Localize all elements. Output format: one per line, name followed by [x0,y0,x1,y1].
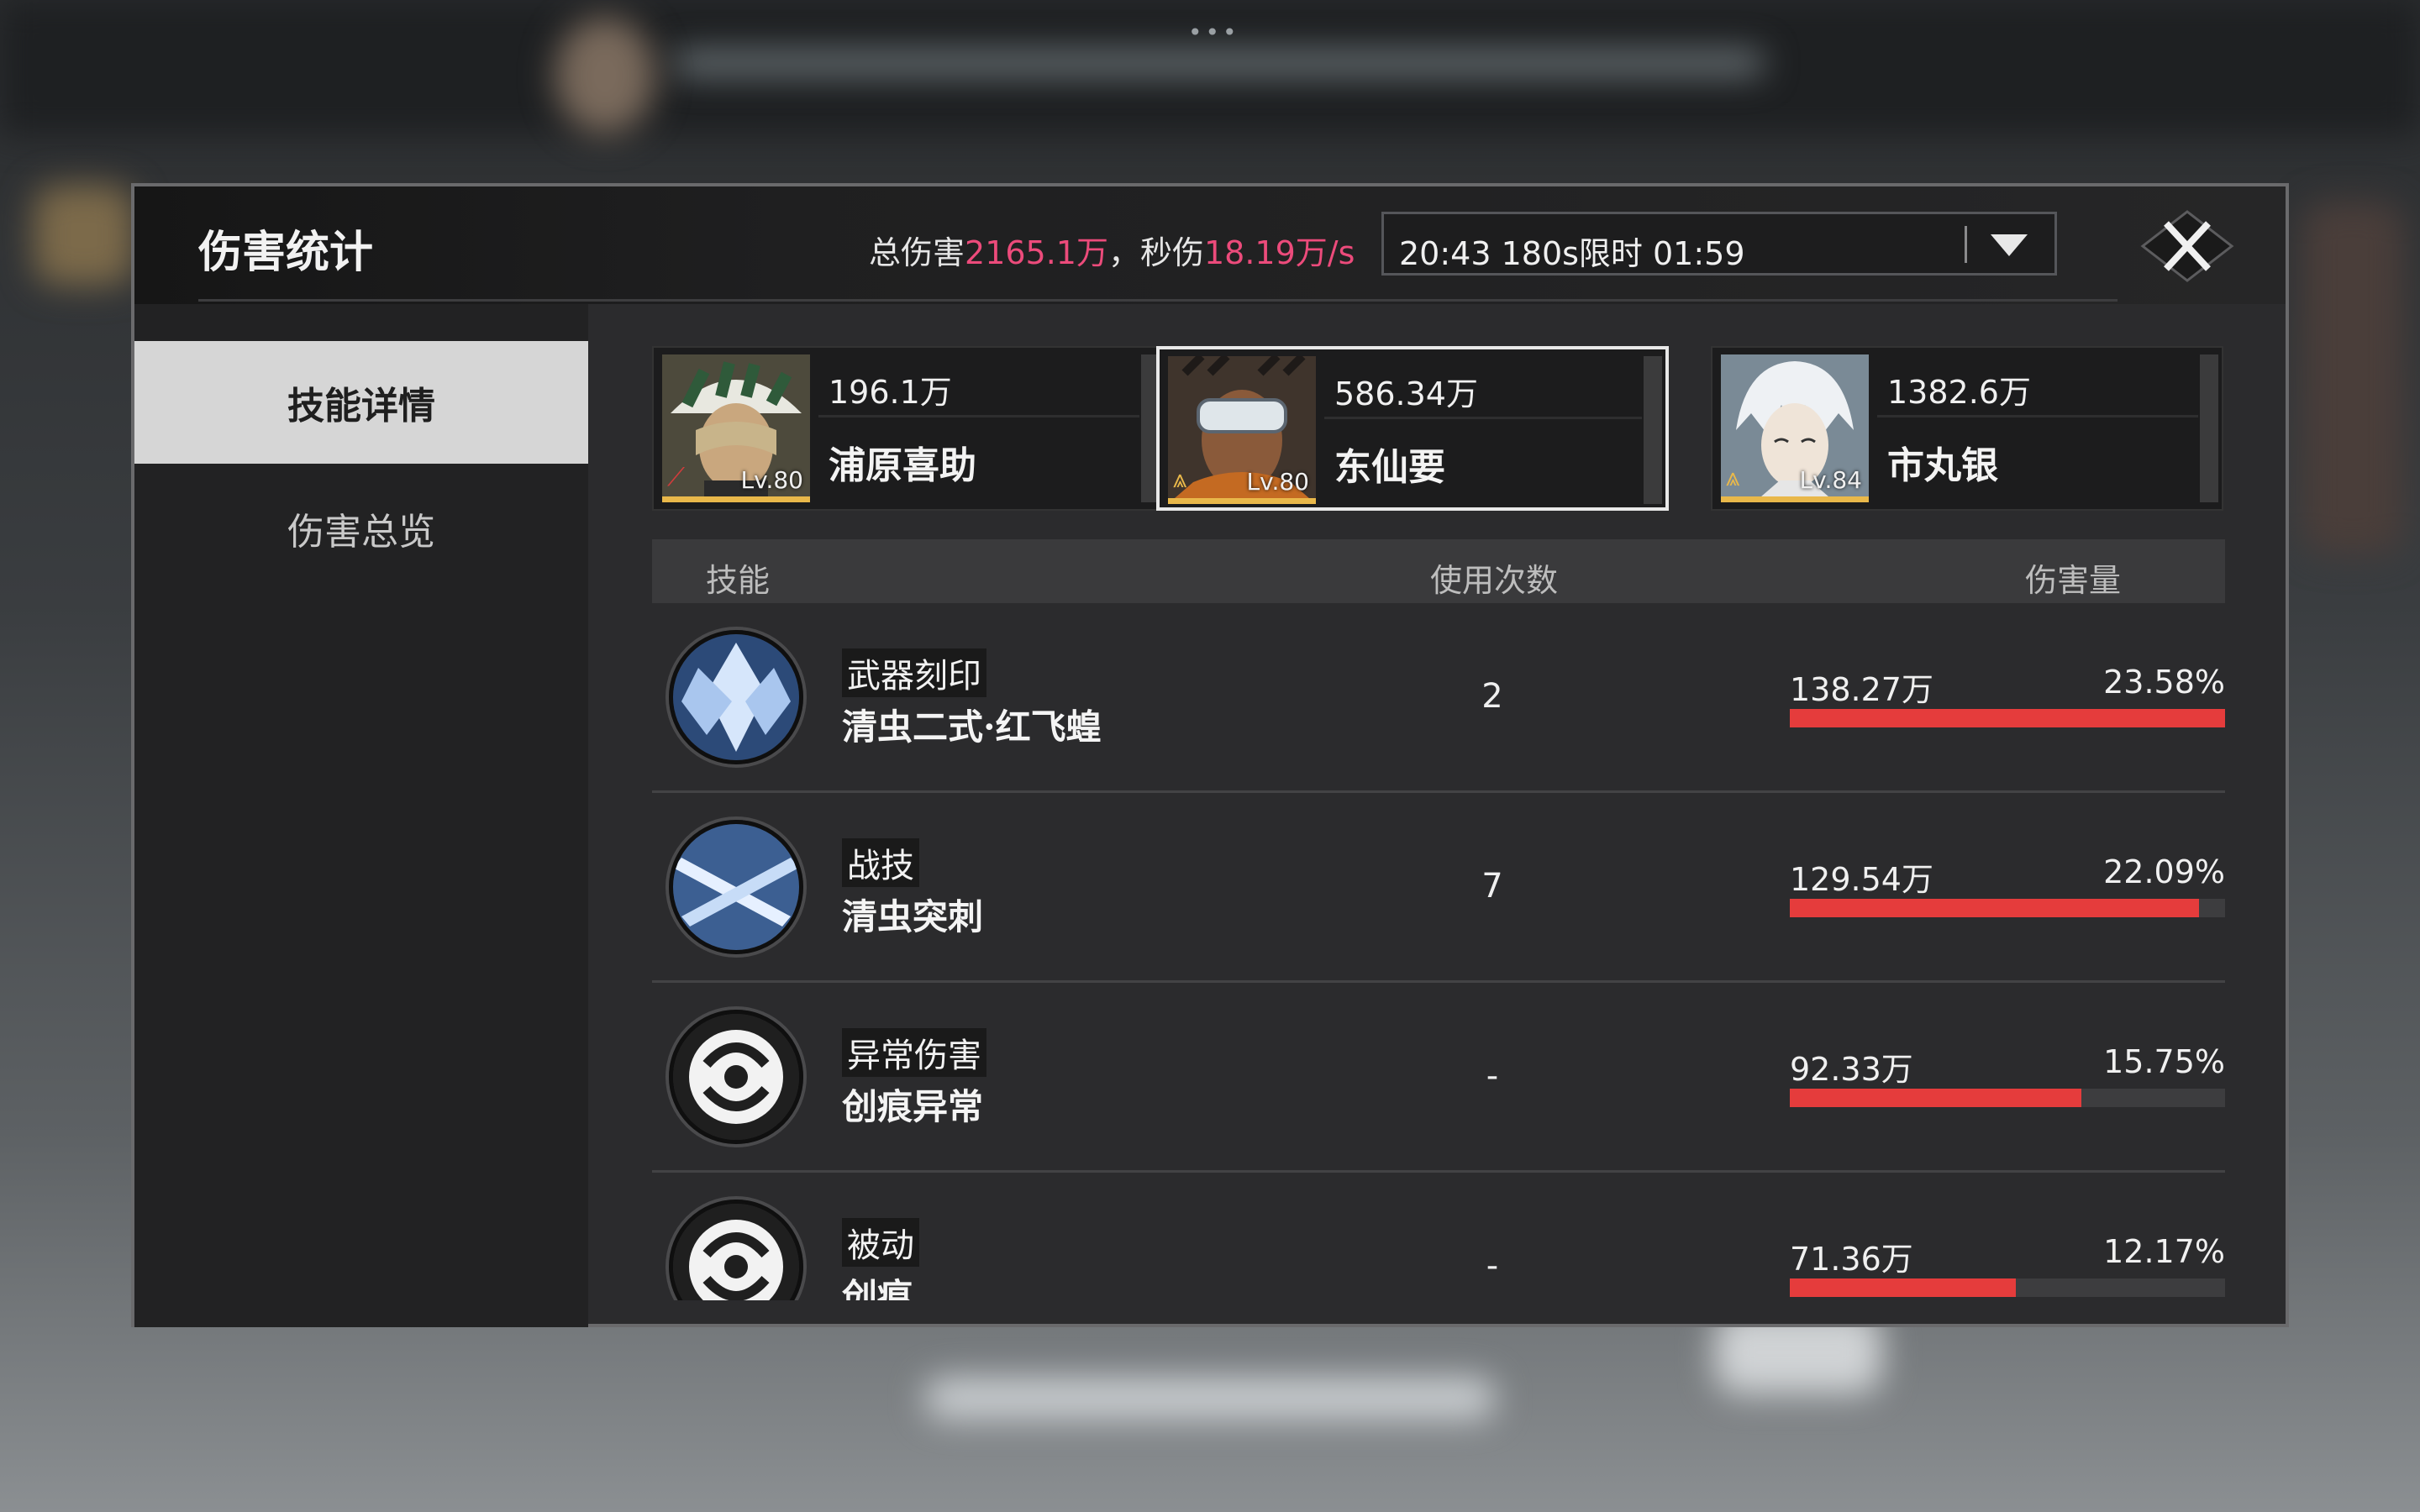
skill-row[interactable]: 异常伤害 创痕异常 - 92.33万 15.75% [652,986,2225,1173]
background-button [924,1378,1496,1420]
damage-bar-fill [1790,1089,2082,1107]
background-icon [34,185,134,286]
select-divider [1965,226,1967,263]
card-edge [1644,356,1662,504]
skill-type: 战技 [842,838,919,887]
damage-bar [1790,709,2225,727]
character-level: Lv.80 [740,466,803,494]
damage-bar-fill [1790,709,2225,727]
damage-percent: 23.58% [2103,664,2225,701]
usage-count: 2 [1481,677,1503,716]
character-level: Lv.84 [1799,466,1862,494]
dialog-header: 伤害统计 总伤害2165.1万，秒伤18.19万/s 20:43 180s限时 … [134,186,2286,304]
skill-crystal-icon [673,634,799,760]
damage-percent: 15.75% [2103,1043,2225,1080]
skill-type: 被动 [842,1218,919,1267]
battle-time-value: 20:43 180s限时 01:59 [1399,235,1745,272]
background-avatar [555,17,655,134]
character-name: 浦原喜助 [829,444,976,487]
usage-count: 7 [1481,867,1503,906]
damage-bar-fill [1790,1278,2017,1297]
rank-icon: ⩓ [1726,463,1740,492]
character-portrait: ⩓ Lv.84 [1721,354,1869,502]
header-usage-count: 使用次数 [1430,562,1559,599]
card-divider [818,415,1139,417]
skill-name: 创痕 [842,1276,913,1300]
close-icon [2140,210,2234,282]
header-divider [198,299,2118,302]
skill-row[interactable]: 战技 清虫突刺 7 129.54万 22.09% [652,796,2225,983]
damage-bar [1790,899,2225,917]
character-portrait: ⟋ Lv.80 [662,354,810,502]
close-button[interactable] [2139,208,2235,284]
background-progress [672,50,1765,76]
skill-name: 清虫二式·红飞蝗 [842,706,1102,748]
skill-slash-icon [673,824,799,950]
skill-icon-passive [669,1200,803,1300]
skill-type: 异常伤害 [842,1028,986,1077]
skill-list[interactable]: 武器刻印 清虫二式·红飞蝗 2 138.27万 23.58% 战技 清虫突刺 7… [652,606,2225,1300]
sidebar-item-damage-overview[interactable]: 伤害总览 [134,467,588,590]
usage-count: - [1486,1057,1499,1095]
header-damage: 伤害量 [2025,562,2122,599]
usage-count: - [1486,1247,1499,1285]
anomaly-swirl-icon [673,1014,799,1140]
character-name: 市丸银 [1887,444,1998,487]
damage-value: 71.36万 [1790,1241,1913,1278]
level-bar [1721,496,1869,502]
damage-percent: 22.09% [2103,853,2225,890]
sidebar-item-skill-details[interactable]: 技能详情 [134,341,588,464]
card-divider [1324,417,1642,419]
dps-value: 18.19万/s [1204,234,1355,271]
skill-name: 清虫突刺 [842,896,984,937]
damage-stats-dialog: 伤害统计 总伤害2165.1万，秒伤18.19万/s 20:43 180s限时 … [131,183,2289,1327]
damage-summary: 总伤害2165.1万，秒伤18.19万/s [869,227,1355,273]
total-damage-value: 2165.1万 [965,234,1108,271]
skill-icon-weapon-imprint [669,630,803,764]
damage-percent: 12.17% [2103,1233,2225,1270]
more-icon[interactable]: ••• [1188,18,1240,46]
skill-icon-anomaly [669,1010,803,1144]
skill-icon-combat-skill [669,820,803,954]
skill-type: 武器刻印 [842,648,986,697]
character-damage: 1382.6万 [1887,374,2031,411]
character-card[interactable]: ⩓ Lv.84 1382.6万 市丸银 [1711,346,2223,511]
damage-bar-fill [1790,899,2199,917]
level-bar [1168,498,1316,504]
character-name: 东仙要 [1334,446,1445,489]
header-skill: 技能 [706,562,771,599]
battle-time-select[interactable]: 20:43 180s限时 01:59 [1381,212,2057,276]
dps-label: ，秒伤 [1107,234,1204,271]
character-damage: 196.1万 [829,374,952,411]
total-damage-label: 总伤害 [869,234,965,271]
rank-icon: ⩓ [1173,465,1187,494]
dialog-title: 伤害统计 [198,227,374,278]
card-divider [1877,415,2198,417]
skill-table-header: 技能 使用次数 伤害量 [652,539,2225,603]
background-side [2302,202,2403,554]
rank-icon: ⟋ [667,463,685,492]
chevron-down-icon[interactable] [1991,234,2028,256]
skill-row[interactable]: 被动 创痕 - 71.36万 12.17% [652,1176,2225,1300]
character-card-selected[interactable]: ⩓ Lv.80 586.34万 东仙要 [1156,346,1669,511]
damage-value: 92.33万 [1790,1051,1913,1088]
skill-name: 创痕异常 [842,1086,984,1127]
level-bar [662,496,810,502]
damage-bar [1790,1089,2225,1107]
character-card[interactable]: ⟋ Lv.80 196.1万 浦原喜助 [652,346,1165,511]
character-portrait: ⩓ Lv.80 [1168,356,1316,504]
sidebar: 技能详情 伤害总览 [134,304,588,1327]
character-damage: 586.34万 [1334,375,1478,412]
card-edge [2200,354,2218,502]
damage-value: 138.27万 [1790,671,1933,708]
skill-row[interactable]: 武器刻印 清虫二式·红飞蝗 2 138.27万 23.58% [652,606,2225,793]
damage-value: 129.54万 [1790,861,1933,898]
character-level: Lv.80 [1246,468,1309,496]
anomaly-swirl-icon [673,1204,799,1300]
damage-bar [1790,1278,2225,1297]
